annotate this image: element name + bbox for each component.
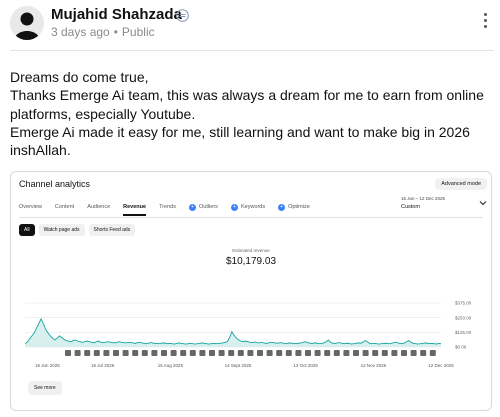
video-marker-icon	[189, 350, 196, 356]
y-tick-label: $250.00	[455, 315, 472, 320]
post-visibility: Public	[121, 25, 155, 39]
avatar[interactable]	[10, 6, 44, 40]
video-marker-icon	[122, 350, 129, 356]
post-time: 3 days ago	[51, 25, 110, 39]
y-tick-label: $125.00	[455, 330, 472, 335]
video-marker-icon	[305, 350, 311, 356]
x-tick-label: 14 Sept 2025	[225, 363, 252, 368]
x-tick-label: 15 Aug 2025	[158, 363, 184, 368]
user-avatar-icon	[10, 6, 44, 40]
video-marker-icon	[209, 350, 215, 356]
member-badge-icon	[176, 9, 189, 22]
video-marker-icon	[151, 350, 158, 356]
x-tick-label: 12 Dec 2025	[428, 363, 454, 368]
video-marker-icon	[343, 350, 350, 356]
video-marker-icon	[324, 350, 331, 356]
video-marker-icon	[93, 350, 100, 356]
revenue-chart[interactable]: $375.00 $250.00 $125.00 $0.00 16 Jun 2025 16 …	[11, 172, 492, 411]
video-marker-icon	[103, 350, 110, 356]
video-marker-icon	[247, 350, 254, 356]
video-marker-icon	[429, 350, 436, 356]
video-marker-icon	[295, 350, 302, 356]
more-dot-icon	[483, 13, 487, 16]
video-marker-icon	[285, 350, 292, 356]
video-marker-icon	[218, 350, 225, 356]
post-meta: 3 days ago • Public	[51, 25, 155, 39]
video-marker-icon	[132, 350, 139, 356]
video-marker-icon	[74, 350, 81, 356]
more-dot-icon	[483, 19, 487, 22]
x-tick-label: 16 Jul 2025	[91, 363, 115, 368]
video-marker-icon	[65, 350, 71, 356]
video-marker-icon	[276, 350, 283, 356]
video-marker-icon	[84, 350, 91, 356]
video-marker-icon	[257, 350, 263, 356]
video-marker-icon	[401, 350, 407, 356]
x-tick-label: 13 Oct 2025	[293, 363, 318, 368]
video-marker-icon	[237, 350, 244, 356]
more-options-button[interactable]	[478, 10, 492, 32]
video-marker-icon	[314, 350, 321, 356]
video-marker-icon	[199, 350, 206, 356]
video-marker-icon	[420, 350, 427, 356]
video-marker-icon	[353, 350, 359, 356]
video-marker-icon	[180, 350, 187, 356]
meta-separator: •	[113, 25, 118, 39]
y-tick-label: $0.00	[455, 345, 467, 350]
video-marker-icon	[381, 350, 388, 356]
author-name[interactable]: Mujahid Shahzada	[51, 6, 182, 23]
video-marker-icon	[170, 350, 177, 356]
video-marker-icon	[161, 350, 167, 356]
analytics-card[interactable]: Channel analytics Advanced mode Overview…	[10, 171, 492, 411]
more-dot-icon	[483, 25, 487, 28]
post-line: Thanks Emerge Ai team, this was always a…	[10, 87, 488, 122]
video-marker-icon	[228, 350, 235, 356]
video-marker-icon	[391, 350, 398, 356]
video-marker-icon	[266, 350, 273, 356]
video-marker-icon	[113, 350, 119, 356]
x-tick-label: 16 Jun 2025	[35, 363, 60, 368]
post-body: Dreams do come true, Thanks Emerge Ai te…	[10, 68, 492, 159]
video-marker-icon	[362, 350, 369, 356]
post-line: Dreams do come true,	[10, 69, 149, 85]
video-marker-icon	[333, 350, 340, 356]
y-tick-label: $375.00	[455, 301, 472, 306]
header-divider	[10, 50, 494, 51]
video-marker-icon	[141, 350, 148, 356]
see-more-button[interactable]: See more	[28, 381, 62, 395]
video-marker-icon	[410, 350, 417, 356]
post-line: Emerge Ai made it easy for me, still lea…	[10, 123, 474, 159]
video-marker-icon	[372, 350, 379, 356]
x-tick-label: 12 Nov 2025	[361, 363, 387, 368]
